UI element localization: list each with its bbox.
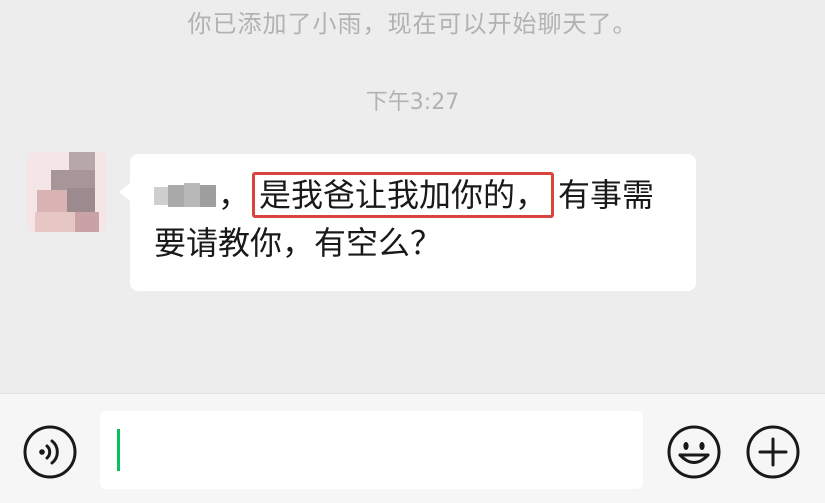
message-timestamp: 下午3:27 — [365, 90, 460, 115]
text-caret — [117, 429, 120, 471]
avatar[interactable] — [27, 152, 107, 232]
voice-icon — [23, 425, 77, 479]
highlighted-phrase: 是我爸让我加你的， — [252, 172, 555, 218]
message-punct: ， — [218, 176, 251, 214]
message-bubble[interactable]: ，是我爸让我加你的， 有事需 要请教你，有空么？ — [119, 154, 696, 291]
system-notice: 你已添加了小雨，现在可以开始聊天了。 — [187, 10, 638, 38]
plus-icon — [746, 425, 800, 479]
more-button[interactable] — [745, 424, 801, 480]
message-text-rest: 有事需 — [558, 176, 655, 214]
message-input[interactable] — [100, 411, 643, 489]
message-line-1: ，是我爸让我加你的， 有事需 — [154, 171, 672, 219]
emoji-icon — [667, 425, 721, 479]
blurred-name — [154, 181, 218, 209]
message-line-2: 要请教你，有空么？ — [154, 224, 443, 262]
voice-button[interactable] — [22, 424, 78, 480]
emoji-button[interactable] — [666, 424, 722, 480]
chat-screen: 你已添加了小雨，现在可以开始聊天了。 下午3:27 ，是我爸让我加你的， 有事需 … — [0, 0, 825, 503]
input-bar — [0, 393, 825, 503]
